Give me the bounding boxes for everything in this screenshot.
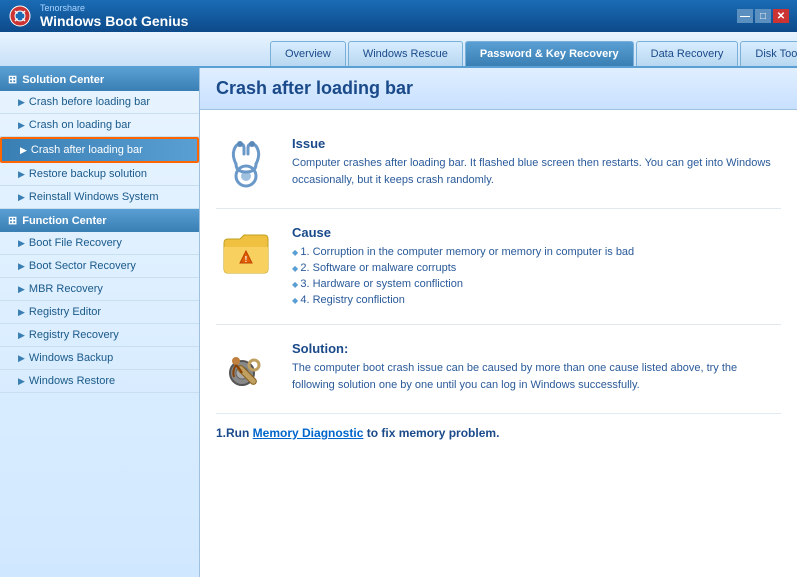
issue-content: Issue Computer crashes after loading bar… — [292, 136, 781, 188]
memory-diagnostic-link[interactable]: Memory Diagnostic — [253, 426, 364, 440]
issue-text: Computer crashes after loading bar. It f… — [292, 155, 781, 188]
sidebar-item-label: Registry Editor — [29, 306, 101, 318]
arrow-icon: ▶ — [18, 376, 25, 387]
content-title: Crash after loading bar — [200, 68, 797, 110]
arrow-icon: ▶ — [18, 120, 25, 131]
solution-icon-container — [216, 341, 276, 397]
solution-center-header: ⊞ Solution Center — [0, 68, 199, 91]
solution-section: Solution: The computer boot crash issue … — [216, 325, 781, 414]
arrow-icon: ▶ — [20, 145, 27, 156]
maximize-button[interactable]: □ — [755, 9, 771, 23]
sidebar-item-label: MBR Recovery — [29, 283, 103, 295]
function-center-icon: ⊞ — [8, 214, 17, 227]
sidebar-item-crash-on[interactable]: ▶ Crash on loading bar — [0, 114, 199, 137]
folder-warning-icon: ! — [218, 225, 274, 281]
sidebar-item-label: Boot Sector Recovery — [29, 260, 136, 272]
function-center-label: Function Center — [22, 215, 106, 227]
content-body: Issue Computer crashes after loading bar… — [200, 110, 797, 450]
issue-title: Issue — [292, 136, 781, 151]
arrow-icon: ▶ — [18, 353, 25, 364]
svg-text:!: ! — [245, 255, 248, 264]
function-center-header: ⊞ Function Center — [0, 209, 199, 232]
solution-content: Solution: The computer boot crash issue … — [292, 341, 781, 393]
cause-list: 1. Corruption in the computer memory or … — [292, 244, 781, 308]
step-1-label: 1.Run — [216, 426, 253, 440]
tab-data-recovery[interactable]: Data Recovery — [636, 41, 739, 66]
tab-overview[interactable]: Overview — [270, 41, 346, 66]
sidebar-item-crash-before[interactable]: ▶ Crash before loading bar — [0, 91, 199, 114]
step-1: 1.Run Memory Diagnostic to fix memory pr… — [216, 426, 781, 440]
sidebar-item-label: Crash on loading bar — [29, 119, 131, 131]
sidebar-item-restore-backup[interactable]: ▶ Restore backup solution — [0, 163, 199, 186]
cause-title: Cause — [292, 225, 781, 240]
title-bar-left: Tenorshare Windows Boot Genius — [8, 3, 188, 29]
sidebar-item-boot-file[interactable]: ▶ Boot File Recovery — [0, 232, 199, 255]
solution-center-icon: ⊞ — [8, 73, 17, 86]
nav-tabs: Overview Windows Rescue Password & Key R… — [0, 32, 797, 68]
arrow-icon: ▶ — [18, 261, 25, 272]
title-info: Tenorshare Windows Boot Genius — [40, 3, 188, 29]
solution-center-label: Solution Center — [22, 74, 104, 86]
sidebar-item-label: Crash after loading bar — [31, 144, 143, 156]
stethoscope-icon — [218, 136, 274, 192]
arrow-icon: ▶ — [18, 238, 25, 249]
sidebar-item-label: Crash before loading bar — [29, 96, 150, 108]
solution-text: The computer boot crash issue can be cau… — [292, 360, 781, 393]
cause-item-4: 4. Registry confliction — [292, 292, 781, 308]
cause-item-3: 3. Hardware or system confliction — [292, 276, 781, 292]
sidebar-item-windows-backup[interactable]: ▶ Windows Backup — [0, 347, 199, 370]
sidebar-item-label: Windows Restore — [29, 375, 115, 387]
wrench-icon — [218, 341, 274, 397]
title-bar-controls: — □ ✕ — [737, 9, 789, 23]
sidebar-item-crash-after[interactable]: ▶ Crash after loading bar — [0, 137, 199, 163]
content-area: Crash after loading bar — [200, 68, 797, 577]
arrow-icon: ▶ — [18, 169, 25, 180]
cause-item-1: 1. Corruption in the computer memory or … — [292, 244, 781, 260]
issue-section: Issue Computer crashes after loading bar… — [216, 120, 781, 209]
sidebar-item-mbr[interactable]: ▶ MBR Recovery — [0, 278, 199, 301]
tab-windows-rescue[interactable]: Windows Rescue — [348, 41, 463, 66]
tab-password-recovery[interactable]: Password & Key Recovery — [465, 41, 634, 66]
step-1-suffix: to fix memory problem. — [363, 426, 499, 440]
arrow-icon: ▶ — [18, 307, 25, 318]
close-button[interactable]: ✕ — [773, 9, 789, 23]
tab-disk-tools[interactable]: Disk Tools — [740, 41, 797, 66]
cause-content: Cause 1. Corruption in the computer memo… — [292, 225, 781, 308]
sidebar-item-registry-editor[interactable]: ▶ Registry Editor — [0, 301, 199, 324]
issue-icon-container — [216, 136, 276, 192]
app-icon — [8, 4, 32, 28]
sidebar-item-registry-recovery[interactable]: ▶ Registry Recovery — [0, 324, 199, 347]
company-name: Tenorshare — [40, 3, 188, 13]
sidebar-item-label: Boot File Recovery — [29, 237, 122, 249]
cause-section: ! Cause 1. Corruption in the computer me… — [216, 209, 781, 325]
sidebar-item-boot-sector[interactable]: ▶ Boot Sector Recovery — [0, 255, 199, 278]
sidebar-item-windows-restore[interactable]: ▶ Windows Restore — [0, 370, 199, 393]
arrow-icon: ▶ — [18, 97, 25, 108]
sidebar-item-label: Windows Backup — [29, 352, 113, 364]
cause-item-2: 2. Software or malware corrupts — [292, 260, 781, 276]
sidebar-item-label: Registry Recovery — [29, 329, 119, 341]
solution-title: Solution: — [292, 341, 781, 356]
title-bar: Tenorshare Windows Boot Genius — □ ✕ — [0, 0, 797, 32]
sidebar-item-label: Reinstall Windows System — [29, 191, 159, 203]
minimize-button[interactable]: — — [737, 9, 753, 23]
sidebar: ⊞ Solution Center ▶ Crash before loading… — [0, 68, 200, 577]
app-name: Windows Boot Genius — [40, 13, 188, 29]
main-layout: ⊞ Solution Center ▶ Crash before loading… — [0, 68, 797, 577]
arrow-icon: ▶ — [18, 284, 25, 295]
arrow-icon: ▶ — [18, 330, 25, 341]
arrow-icon: ▶ — [18, 192, 25, 203]
cause-icon-container: ! — [216, 225, 276, 281]
sidebar-item-label: Restore backup solution — [29, 168, 147, 180]
sidebar-item-reinstall[interactable]: ▶ Reinstall Windows System — [0, 186, 199, 209]
